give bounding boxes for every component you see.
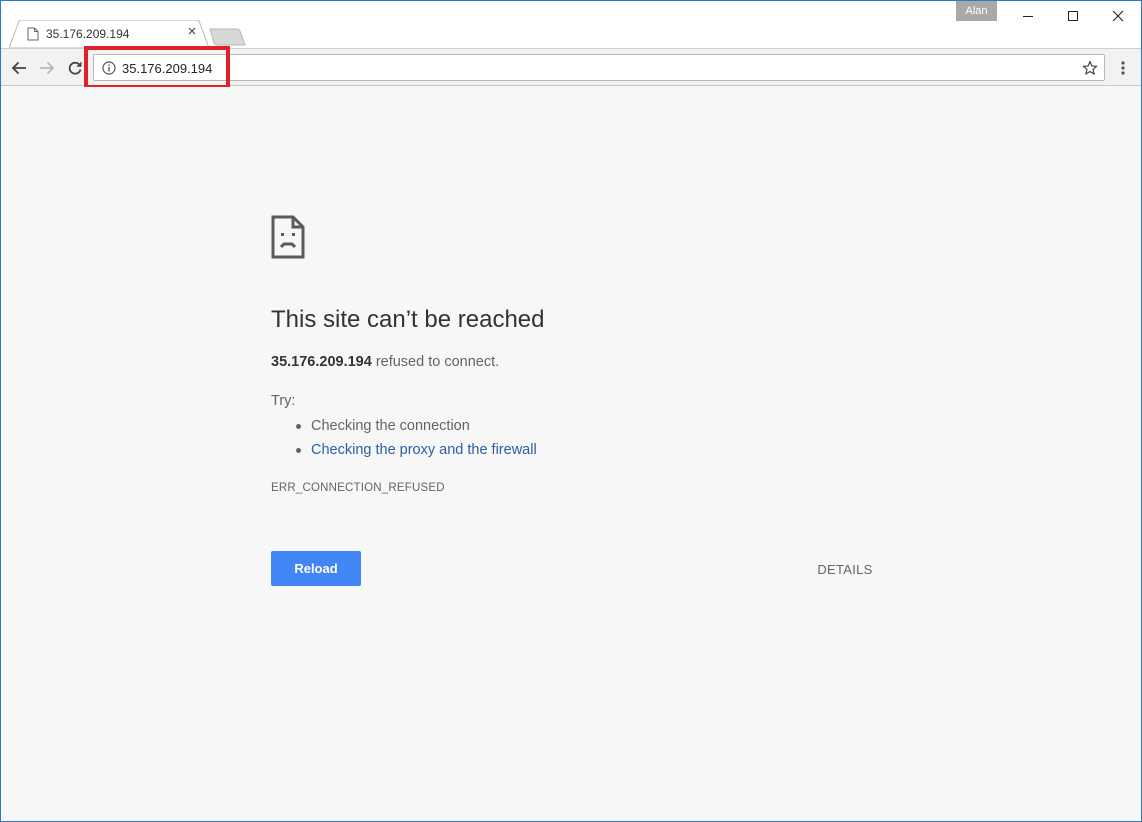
browser-window: 35.176.209.194 × Alan 35.176.209.194 Thi…	[0, 0, 1142, 822]
close-icon[interactable]	[1095, 1, 1141, 31]
reload-button[interactable]: Reload	[271, 551, 361, 586]
star-icon[interactable]	[1082, 60, 1098, 76]
tab-title: 35.176.209.194	[46, 27, 130, 41]
tab-active[interactable]: 35.176.209.194 ×	[9, 20, 209, 48]
suggestion-check-connection: Checking the connection	[296, 417, 537, 441]
error-host: 35.176.209.194	[271, 354, 372, 370]
error-title: This site can’t be reached	[271, 306, 545, 333]
sad-page-icon	[271, 215, 305, 259]
page-icon	[27, 27, 39, 41]
browser-toolbar: 35.176.209.194	[1, 48, 1141, 86]
back-arrow-icon[interactable]	[8, 57, 30, 79]
tab-close-icon[interactable]: ×	[185, 24, 199, 39]
error-message-text: refused to connect.	[371, 354, 500, 370]
details-button[interactable]: DETAILS	[813, 559, 877, 579]
kebab-menu-icon[interactable]	[1113, 57, 1133, 79]
profile-badge[interactable]: Alan	[956, 1, 997, 21]
reload-icon[interactable]	[64, 57, 86, 79]
error-page: This site can’t be reached 35.176.209.19…	[1, 87, 1141, 821]
minimize-icon[interactable]	[1005, 1, 1051, 31]
suggestion-check-proxy-firewall-link[interactable]: Checking the proxy and the firewall	[296, 441, 537, 465]
info-icon[interactable]	[102, 61, 116, 75]
url-text[interactable]: 35.176.209.194	[122, 61, 212, 76]
try-label: Try:	[271, 393, 296, 409]
maximize-icon[interactable]	[1050, 1, 1096, 31]
address-bar[interactable]: 35.176.209.194	[93, 54, 1105, 81]
new-tab-button[interactable]	[209, 28, 247, 46]
error-code: ERR_CONNECTION_REFUSED	[271, 482, 445, 494]
suggestions-list: Checking the connection Checking the pro…	[296, 417, 537, 465]
tab-strip: 35.176.209.194 × Alan	[1, 1, 1141, 48]
error-message: 35.176.209.194 refused to connect.	[271, 354, 499, 370]
forward-arrow-icon[interactable]	[36, 57, 58, 79]
